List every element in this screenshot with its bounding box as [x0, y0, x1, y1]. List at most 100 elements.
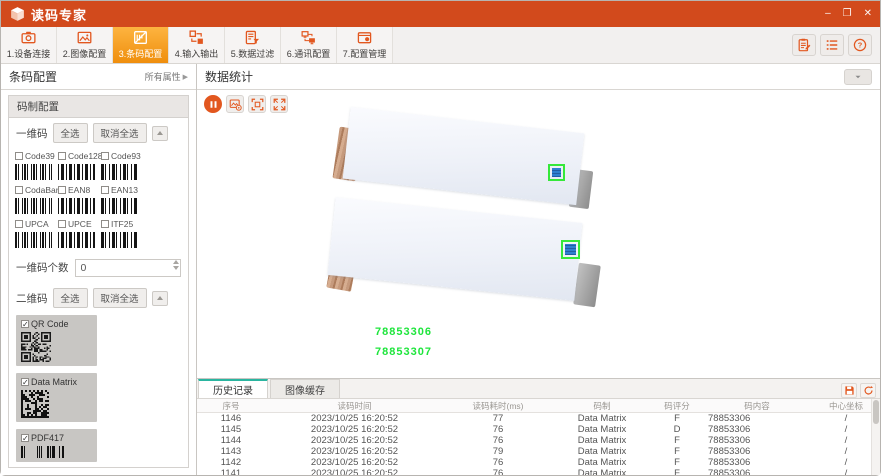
barcode-type-ean8[interactable]: EAN8 [58, 185, 99, 214]
table-cell: 1146 [197, 413, 265, 424]
table-cell: 1143 [197, 446, 265, 457]
table-cell: / [812, 468, 880, 475]
ribbon-tab-6[interactable]: 6.通讯配置 [281, 27, 337, 63]
ribbon-tab-3[interactable]: 3.条码配置 [113, 27, 169, 63]
two-d-select-all-button[interactable]: 全选 [53, 288, 88, 308]
two-d-deselect-all-button[interactable]: 取消全选 [93, 288, 147, 308]
pause-button[interactable] [204, 95, 222, 113]
ribbon-toolbar: 1.设备连接2.图像配置3.条码配置4.输入输出 5.数据过滤 6.通讯配置 7.配置… [1, 27, 880, 64]
one-d-collapse-button[interactable] [152, 126, 168, 141]
barcode-type-itf25[interactable]: ITF25 [101, 219, 142, 248]
help-button[interactable]: ? [848, 34, 872, 56]
table-row[interactable]: 11412023/10/25 16:20:5276Data MatrixF788… [197, 468, 880, 475]
ribbon-tab-4[interactable]: 4.输入输出 [169, 27, 225, 63]
checkbox[interactable] [101, 186, 109, 194]
barcode-type-label: Code39 [25, 151, 55, 161]
image-viewer[interactable]: 7885330678853307 [197, 90, 880, 378]
all-properties-link[interactable]: 所有属性 ▶ [145, 70, 188, 83]
barcode-type-pdf417[interactable]: PDF417 [16, 429, 97, 462]
checkbox[interactable] [21, 434, 29, 442]
barcode-type-upce[interactable]: UPCE [58, 219, 99, 248]
refresh-icon [863, 385, 874, 396]
table-cell: 76 [444, 457, 552, 468]
list-button[interactable] [820, 34, 844, 56]
ribbon-tab-7[interactable]: 7.配置管理 [337, 27, 393, 63]
table-header-row: 序号读码时间读码耗时(ms)码制码评分码内容中心坐标 [197, 399, 880, 413]
checkbox[interactable] [15, 152, 23, 160]
barcode-type-code93[interactable]: Code93 [101, 151, 142, 180]
two-d-type-grid: QR Code Data Matrix PDF417 [9, 311, 188, 466]
datamatrix-sample-image [21, 390, 49, 418]
two-d-collapse-button[interactable] [152, 291, 168, 306]
ribbon-tab-1[interactable]: 1.设备连接 [1, 27, 57, 63]
barcode-sample-image [15, 164, 52, 180]
ribbon-tab-2[interactable]: 2.图像配置 [57, 27, 113, 63]
table-row[interactable]: 11432023/10/25 16:20:5279Data MatrixF788… [197, 446, 880, 457]
barcode-type-codabar[interactable]: CodaBar [15, 185, 56, 214]
barcode-config-panel: 条码配置 所有属性 ▶ 码制配置 一维码 全选 取消全选 Code39Code1… [1, 64, 197, 475]
barcode-type-code128[interactable]: Code128 [58, 151, 99, 180]
checkbox[interactable] [21, 320, 29, 328]
ribbon-tab-5[interactable]: 5.数据过滤 [225, 27, 281, 63]
table-cell: F [652, 435, 702, 446]
bottom-tab-image-cache[interactable]: 图像缓存 [270, 379, 340, 398]
title-bar: 读码专家 – ❐ ✕ [1, 1, 880, 27]
ribbon-tab-label: 7.配置管理 [343, 47, 387, 60]
table-cell: F [652, 468, 702, 475]
fullscreen-icon [273, 98, 286, 111]
minimize-button[interactable]: – [825, 9, 831, 19]
fit-view-button[interactable] [248, 95, 266, 113]
checkbox[interactable] [58, 152, 66, 160]
table-scrollbar[interactable] [871, 399, 880, 475]
battery-cell-2 [328, 197, 583, 300]
one-d-select-all-button[interactable]: 全选 [53, 123, 88, 143]
bottom-tab-history[interactable]: 历史记录 [198, 379, 268, 398]
io-icon [189, 30, 204, 45]
history-table: 序号读码时间读码耗时(ms)码制码评分码内容中心坐标 11462023/10/2… [197, 399, 880, 475]
barcode-type-data-matrix[interactable]: Data Matrix [16, 373, 97, 422]
barcode-type-qr-code[interactable]: QR Code [16, 315, 97, 366]
checkbox[interactable] [21, 378, 29, 386]
fullscreen-button[interactable] [270, 95, 288, 113]
table-row[interactable]: 11422023/10/25 16:20:5276Data MatrixF788… [197, 457, 880, 468]
table-cell: / [812, 457, 880, 468]
datamatrix-mark [552, 168, 561, 177]
table-row[interactable]: 11452023/10/25 16:20:5276Data MatrixD788… [197, 424, 880, 435]
data-filter-icon [245, 30, 260, 45]
barcode-type-label: EAN8 [68, 185, 90, 195]
checkbox[interactable] [101, 220, 109, 228]
table-cell: / [812, 435, 880, 446]
checkbox[interactable] [101, 152, 109, 160]
one-d-count-input[interactable] [75, 259, 182, 277]
table-cell: 78853306 [702, 457, 812, 468]
barcode-type-upca[interactable]: UPCA [15, 219, 56, 248]
close-button[interactable]: ✕ [864, 9, 872, 19]
barcode-type-code39[interactable]: Code39 [15, 151, 56, 180]
table-row[interactable]: 11442023/10/25 16:20:5276Data MatrixF788… [197, 435, 880, 446]
spinner-arrows[interactable] [173, 260, 179, 270]
table-cell: Data Matrix [552, 446, 652, 457]
ribbon-tab-label: 5.数据过滤 [231, 47, 275, 60]
qr-sample-image [21, 332, 51, 362]
svg-text:?: ? [858, 41, 863, 50]
one-d-deselect-all-button[interactable]: 取消全选 [93, 123, 147, 143]
maximize-button[interactable]: ❐ [843, 9, 852, 19]
log-button[interactable] [792, 34, 816, 56]
refresh-button[interactable] [860, 383, 876, 398]
table-cell: 2023/10/25 16:20:52 [265, 424, 444, 435]
save-icon [844, 385, 855, 396]
barcode-type-ean13[interactable]: EAN13 [101, 185, 142, 214]
checkbox[interactable] [15, 186, 23, 194]
history-tab-bar: 历史记录图像缓存 [197, 379, 880, 399]
panel-dropdown-button[interactable] [844, 69, 872, 85]
scrollbar-thumb[interactable] [873, 400, 879, 424]
table-cell: 76 [444, 468, 552, 475]
image-settings-button[interactable] [226, 95, 244, 113]
checkbox[interactable] [15, 220, 23, 228]
battery-cell-1 [343, 107, 585, 205]
save-button[interactable] [841, 383, 857, 398]
checkbox[interactable] [58, 186, 66, 194]
checkbox[interactable] [58, 220, 66, 228]
table-cell: 78853306 [702, 435, 812, 446]
table-row[interactable]: 11462023/10/25 16:20:5277Data MatrixF788… [197, 413, 880, 424]
